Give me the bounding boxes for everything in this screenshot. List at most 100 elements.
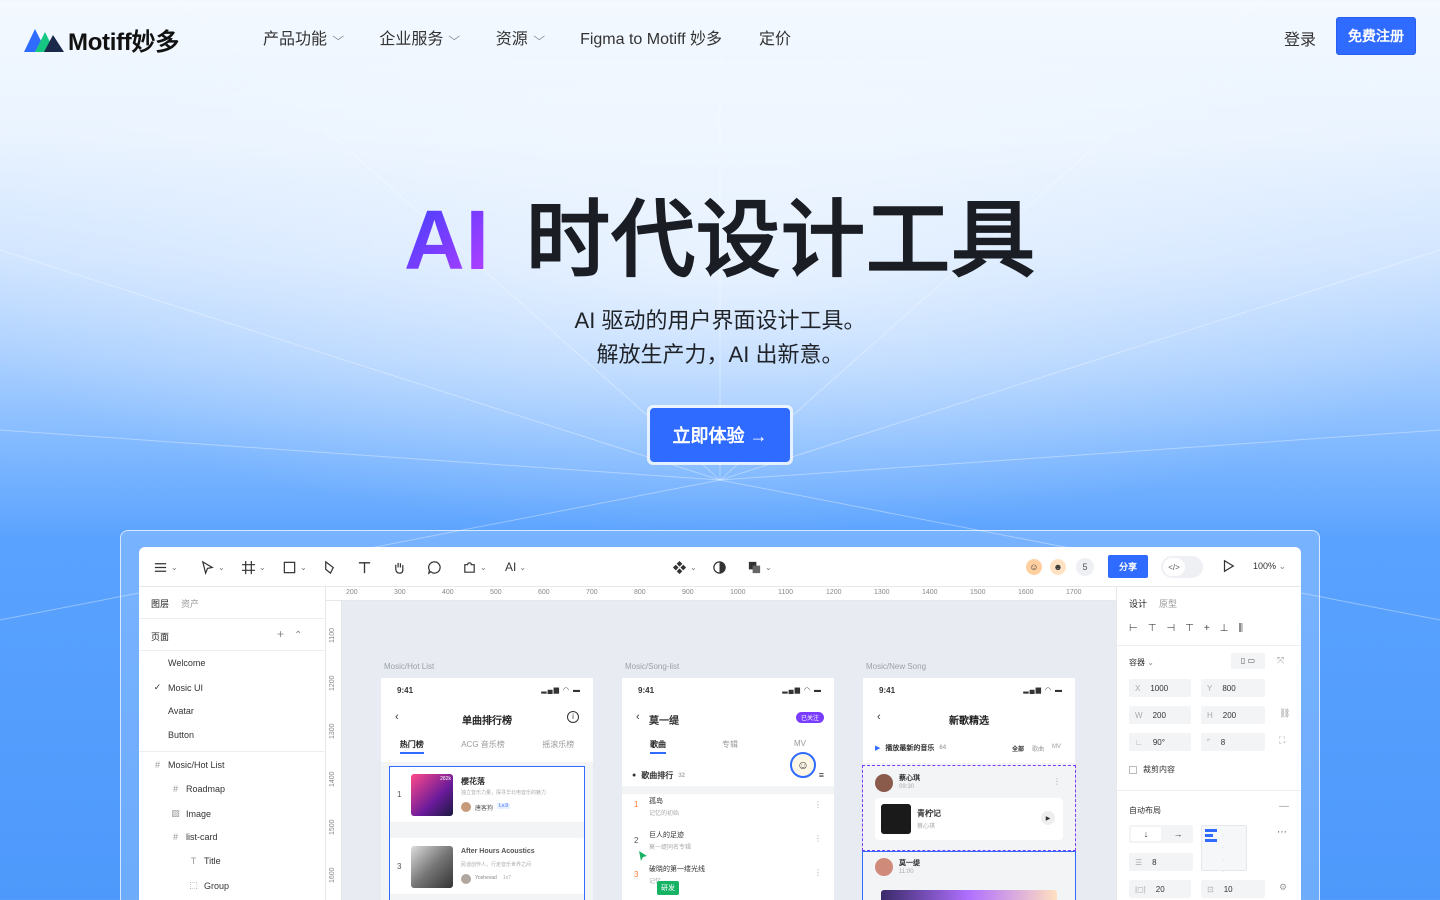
page-item[interactable]: Welcome	[153, 658, 205, 668]
page-label: Button	[168, 730, 195, 740]
h-value: 200	[1222, 710, 1237, 720]
nav-figma-to-motiff[interactable]: Figma to Motiff 妙多	[580, 25, 722, 49]
width-field[interactable]: W 200	[1129, 706, 1191, 724]
add-page-icon[interactable]: +	[277, 627, 294, 641]
remove-icon[interactable]: —	[1279, 801, 1289, 812]
song-list-frame[interactable]: 9:41 ▂▄▆ ◠ ▬ ‹ 莫一缇 已关注 歌曲 专辑 MV ● 歌曲排行 32 …	[622, 678, 834, 900]
dev-mode-toggle[interactable]: </>	[1161, 556, 1203, 578]
collaborator-avatar[interactable]: ☺	[1025, 558, 1043, 576]
more-icon[interactable]: ⋮	[814, 868, 822, 877]
collapse-icon[interactable]: ⌃	[294, 630, 312, 641]
padding-h-field[interactable]: |◻| 20	[1129, 880, 1191, 898]
share-button[interactable]: 分享	[1108, 555, 1148, 578]
pen-tool[interactable]	[322, 559, 337, 575]
independent-corners-icon[interactable]: ⛶	[1279, 735, 1285, 746]
login-link[interactable]: 登录	[1284, 26, 1316, 50]
y-field[interactable]: Y 800	[1201, 679, 1265, 697]
play-icon[interactable]: ▶	[875, 744, 880, 752]
resize-icon[interactable]: ⤧	[1277, 655, 1284, 666]
nav-resources[interactable]: 资源 ⌵	[496, 25, 545, 49]
layer-item[interactable]: ⬚ Group	[189, 880, 229, 891]
tab-prototype[interactable]: 原型	[1159, 597, 1177, 610]
container-label[interactable]: 容器 ⌄	[1129, 657, 1154, 668]
cta-wrapper: 立即体验 →	[647, 405, 793, 465]
tab-layers[interactable]: 图层	[151, 597, 169, 610]
plugin-tool[interactable]: ⌄	[462, 559, 487, 575]
tab-albums[interactable]: 专辑	[722, 739, 738, 754]
song-name: 孤岛	[649, 798, 663, 805]
motiff-logo-icon	[24, 28, 64, 52]
try-now-button[interactable]: 立即体验 →	[650, 408, 790, 462]
component-tool[interactable]: ⌄	[672, 559, 697, 575]
tab-songs[interactable]: 歌曲	[650, 739, 666, 754]
more-options-icon[interactable]: ⋯	[1277, 827, 1287, 838]
nav-product[interactable]: 产品功能 ⌵	[263, 25, 344, 49]
present-button[interactable]	[1221, 559, 1235, 575]
tab-acg[interactable]: ACG 音乐榜	[461, 739, 505, 754]
frame-tool[interactable]: ⌄	[241, 559, 266, 575]
filter-all[interactable]: 全部	[1012, 744, 1024, 753]
follow-badge[interactable]: 已关注	[795, 712, 824, 723]
frame-label[interactable]: Mosic/Song-list	[625, 662, 679, 671]
x-field[interactable]: X 1000	[1129, 679, 1191, 697]
shape-tool[interactable]: ⌄	[282, 559, 307, 575]
list-menu-icon[interactable]: ≡	[819, 770, 824, 780]
nav-enterprise[interactable]: 企业服务 ⌵	[379, 25, 460, 49]
align-tools[interactable]: ⊢⊤⊣⊤+⊥⫼	[1129, 623, 1253, 634]
frame-icon: #	[154, 760, 160, 770]
mask-tool[interactable]	[712, 559, 727, 575]
layer-item[interactable]: ▨ Image	[171, 808, 211, 819]
frame-label[interactable]: Mosic/New Song	[866, 662, 926, 671]
layer-item[interactable]: T Title	[189, 856, 221, 866]
filter-mv[interactable]: MV	[1052, 744, 1061, 753]
zoom-select[interactable]: 100% ⌄	[1253, 561, 1286, 572]
text-tool[interactable]	[357, 559, 372, 575]
height-field[interactable]: H 200	[1201, 706, 1265, 724]
constrain-proportions-icon[interactable]: ⛓	[1279, 708, 1290, 719]
layer-item[interactable]: # Roadmap	[171, 784, 225, 794]
orientation-toggle[interactable]: ▯ ▭	[1231, 653, 1265, 669]
page-item[interactable]: Avatar	[153, 706, 194, 716]
more-icon[interactable]: ⋮	[814, 834, 822, 843]
frame-icon: #	[172, 784, 178, 794]
collaborator-count[interactable]: 5	[1076, 558, 1094, 576]
direction-toggle[interactable]: ↓ →	[1129, 825, 1193, 843]
nav-pricing[interactable]: 定价	[759, 25, 791, 49]
vertical-direction-icon[interactable]: ↓	[1131, 827, 1161, 841]
back-icon[interactable]: ‹	[636, 711, 640, 723]
checkbox[interactable]	[1129, 765, 1137, 774]
radius-field[interactable]: ⌜ 8	[1201, 733, 1265, 751]
menu-tool[interactable]: ⌄	[153, 559, 178, 575]
page-item[interactable]: Button	[153, 730, 194, 740]
ai-tool[interactable]: AI ⌄	[505, 559, 526, 575]
horizontal-direction-icon[interactable]: →	[1163, 825, 1193, 843]
play-all-icon[interactable]: ●	[632, 772, 636, 779]
move-tool[interactable]: ⌄	[200, 559, 225, 575]
clip-content[interactable]: 裁剪内容	[1129, 764, 1175, 775]
collaborator-avatar[interactable]: ☻	[1049, 558, 1067, 576]
tab-hot[interactable]: 热门榜	[399, 739, 424, 754]
layer-item[interactable]: # list-card	[171, 832, 218, 842]
signup-button[interactable]: 免费注册	[1336, 17, 1416, 55]
filter-songs[interactable]: 歌曲	[1032, 744, 1044, 753]
comment-tool[interactable]	[427, 559, 442, 575]
page-item[interactable]: ✓ Mosic UI	[153, 682, 203, 693]
more-icon[interactable]: ⋮	[814, 800, 822, 809]
alignment-grid[interactable]: · ·· · ·· · ·	[1201, 825, 1247, 899]
brand-logo[interactable]: Motiff妙多	[24, 22, 179, 57]
chevron-down-icon: ⌄	[1147, 658, 1154, 667]
padding-settings-icon[interactable]: ⚙	[1279, 882, 1287, 893]
rotation-field[interactable]: ∟ 90°	[1129, 733, 1191, 751]
tab-rock[interactable]: 摇滚乐榜	[542, 739, 574, 754]
tab-design[interactable]: 设计	[1129, 597, 1147, 610]
ruler-tick: 600	[538, 589, 550, 596]
tab-assets[interactable]: 资产	[181, 597, 199, 610]
padding-v-field[interactable]: ⊡ 10	[1201, 880, 1265, 898]
hand-tool[interactable]	[392, 559, 407, 575]
frame-label[interactable]: Mosic/Hot List	[384, 662, 434, 671]
chevron-down-icon: ⌄	[690, 562, 697, 572]
layer-item[interactable]: # Mosic/Hot List	[153, 760, 225, 770]
gap-field[interactable]: ☰ 8	[1129, 853, 1193, 871]
boolean-tool[interactable]: ⌄	[747, 559, 772, 575]
info-icon[interactable]: i	[567, 711, 579, 723]
